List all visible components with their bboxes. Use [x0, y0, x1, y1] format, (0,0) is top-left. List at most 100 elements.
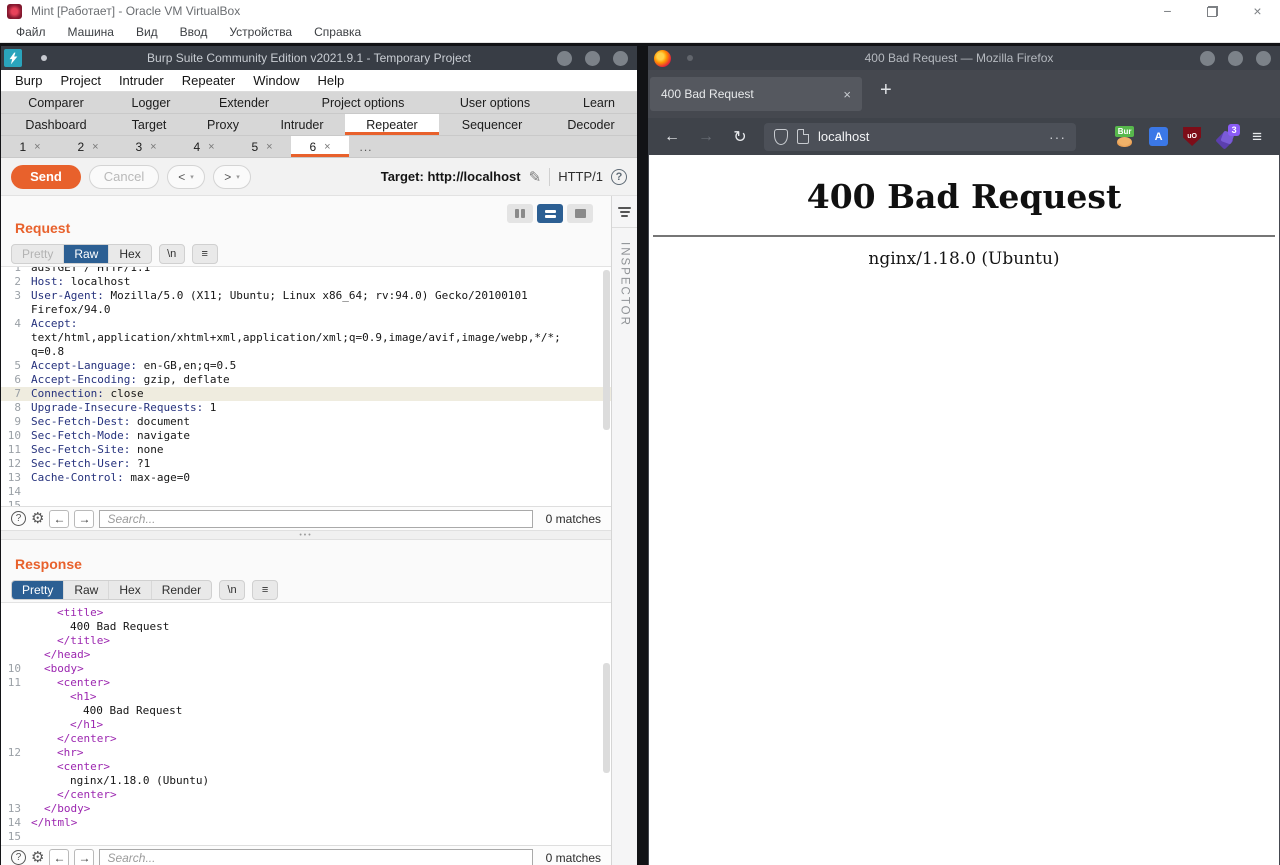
- response-view-tab-raw[interactable]: Raw: [64, 581, 109, 599]
- burp-menu-burp[interactable]: Burp: [6, 73, 51, 88]
- proxy-extension-icon[interactable]: Bur: [1114, 126, 1135, 147]
- inspector-collapse-icon[interactable]: [612, 196, 637, 228]
- firefox-titlebar[interactable]: 400 Bad Request — Mozilla Firefox: [648, 46, 1280, 70]
- search-next-icon[interactable]: →: [74, 510, 94, 528]
- repeater-tab-1[interactable]: 1×: [1, 136, 59, 157]
- burp-tab-user-options[interactable]: User options: [429, 92, 561, 113]
- search-previous-icon[interactable]: ←: [49, 510, 69, 528]
- vbox-menu-ввод[interactable]: Ввод: [169, 25, 219, 39]
- repeater-tab-6[interactable]: 6×: [291, 136, 349, 157]
- vbox-menu-справка[interactable]: Справка: [303, 25, 372, 39]
- tab-close-icon[interactable]: ×: [324, 141, 330, 153]
- tracking-protection-shield-icon[interactable]: [774, 129, 788, 145]
- burp-tab-learn[interactable]: Learn: [561, 92, 637, 113]
- burp-tab-target[interactable]: Target: [111, 114, 187, 135]
- caret-down-icon[interactable]: ▾: [190, 173, 194, 181]
- burp-menu-repeater[interactable]: Repeater: [173, 73, 244, 88]
- tab-close-icon[interactable]: ×: [266, 141, 272, 153]
- columns-layout-icon[interactable]: [507, 204, 533, 223]
- maximize-button[interactable]: [585, 51, 600, 66]
- repeater-tab-3[interactable]: 3×: [117, 136, 175, 157]
- editor-menu-icon[interactable]: ≡: [252, 580, 278, 600]
- burp-menu-help[interactable]: Help: [308, 73, 353, 88]
- response-scrollbar[interactable]: [603, 663, 610, 773]
- single-layout-icon[interactable]: [567, 204, 593, 223]
- repeater-tab-5[interactable]: 5×: [233, 136, 291, 157]
- rows-layout-icon[interactable]: [537, 204, 563, 223]
- vbox-menu-устройства[interactable]: Устройства: [218, 25, 303, 39]
- tab-close-icon[interactable]: ×: [208, 141, 214, 153]
- burp-menu-intruder[interactable]: Intruder: [110, 73, 173, 88]
- burp-titlebar[interactable]: Burp Suite Community Edition v2021.9.1 -…: [1, 46, 637, 70]
- editor-menu-icon[interactable]: ≡: [192, 244, 218, 264]
- newline-toggle-button[interactable]: \n: [219, 580, 245, 600]
- vbox-menu-файл[interactable]: Файл: [5, 25, 57, 39]
- request-scrollbar[interactable]: [603, 270, 610, 430]
- burp-tab-logger[interactable]: Logger: [111, 92, 191, 113]
- burp-tab-intruder[interactable]: Intruder: [259, 114, 345, 135]
- reload-icon[interactable]: ↻: [724, 127, 756, 147]
- response-view-tab-render[interactable]: Render: [152, 581, 211, 599]
- forward-icon[interactable]: →: [690, 128, 722, 146]
- send-button[interactable]: Send: [11, 165, 81, 189]
- burp-tab-comparer[interactable]: Comparer: [1, 92, 111, 113]
- burp-tab-proxy[interactable]: Proxy: [187, 114, 259, 135]
- close-button[interactable]: [1256, 51, 1271, 66]
- request-editor[interactable]: 1adsfGET / HTTP/1.12Host: localhost3User…: [1, 266, 611, 506]
- minimize-icon[interactable]: −: [1145, 0, 1190, 22]
- cancel-button[interactable]: Cancel: [89, 165, 159, 189]
- tab-close-icon[interactable]: ×: [34, 141, 40, 153]
- burp-tab-project-options[interactable]: Project options: [297, 92, 429, 113]
- translate-extension-icon[interactable]: A: [1148, 126, 1169, 147]
- maximize-button[interactable]: [1228, 51, 1243, 66]
- search-settings-gear-icon[interactable]: ⚙: [31, 850, 44, 865]
- burp-tab-dashboard[interactable]: Dashboard: [1, 114, 111, 135]
- request-view-tab-raw[interactable]: Raw: [64, 245, 109, 263]
- search-help-icon[interactable]: ?: [11, 511, 26, 526]
- search-help-icon[interactable]: ?: [11, 850, 26, 865]
- response-view-tab-pretty[interactable]: Pretty: [12, 581, 64, 599]
- edit-target-icon[interactable]: ✎: [529, 168, 542, 186]
- request-search-input[interactable]: [99, 510, 532, 528]
- inspector-label[interactable]: INSPECTOR: [619, 242, 631, 327]
- help-icon[interactable]: ?: [611, 169, 627, 185]
- request-view-tab-hex[interactable]: Hex: [109, 245, 150, 263]
- tab-close-icon[interactable]: ×: [150, 141, 156, 153]
- newline-toggle-button[interactable]: \n: [159, 244, 185, 264]
- repeater-tab-more[interactable]: ...: [349, 136, 383, 157]
- url-text[interactable]: localhost: [818, 129, 1040, 144]
- vbox-menu-машина[interactable]: Машина: [57, 25, 125, 39]
- burp-tab-repeater[interactable]: Repeater: [345, 114, 439, 135]
- panel-splitter[interactable]: •••: [1, 530, 611, 540]
- burp-tab-extender[interactable]: Extender: [191, 92, 297, 113]
- search-next-icon[interactable]: →: [74, 849, 94, 865]
- badge-extension-icon[interactable]: 3: [1216, 126, 1237, 147]
- vbox-menu-вид[interactable]: Вид: [125, 25, 169, 39]
- browser-tab[interactable]: 400 Bad Request ×: [650, 77, 862, 111]
- http-version-label[interactable]: HTTP/1: [558, 169, 603, 184]
- prev-request-button[interactable]: < ▾: [167, 165, 205, 189]
- response-editor[interactable]: <title>400 Bad Request</title></head>10<…: [1, 602, 611, 845]
- search-previous-icon[interactable]: ←: [49, 849, 69, 865]
- repeater-tab-4[interactable]: 4×: [175, 136, 233, 157]
- burp-menu-project[interactable]: Project: [51, 73, 109, 88]
- back-icon[interactable]: ←: [656, 128, 688, 146]
- new-tab-button[interactable]: +: [880, 79, 892, 102]
- burp-tab-decoder[interactable]: Decoder: [545, 114, 637, 135]
- request-view-tab-pretty[interactable]: Pretty: [12, 245, 64, 263]
- repeater-tab-2[interactable]: 2×: [59, 136, 117, 157]
- page-actions-more-icon[interactable]: ···: [1049, 129, 1066, 145]
- tab-close-icon[interactable]: ×: [843, 87, 851, 102]
- close-button[interactable]: [613, 51, 628, 66]
- restore-icon[interactable]: [1190, 0, 1235, 22]
- minimize-button[interactable]: [1200, 51, 1215, 66]
- next-request-button[interactable]: > ▾: [213, 165, 251, 189]
- response-search-input[interactable]: [99, 849, 532, 865]
- burp-menu-window[interactable]: Window: [244, 73, 308, 88]
- ublock-extension-icon[interactable]: uO: [1182, 126, 1203, 147]
- response-view-tab-hex[interactable]: Hex: [109, 581, 151, 599]
- close-icon[interactable]: ×: [1235, 0, 1280, 22]
- search-settings-gear-icon[interactable]: ⚙: [31, 511, 44, 526]
- hamburger-menu-icon[interactable]: ≡: [1252, 127, 1262, 147]
- url-bar[interactable]: localhost ···: [764, 123, 1076, 151]
